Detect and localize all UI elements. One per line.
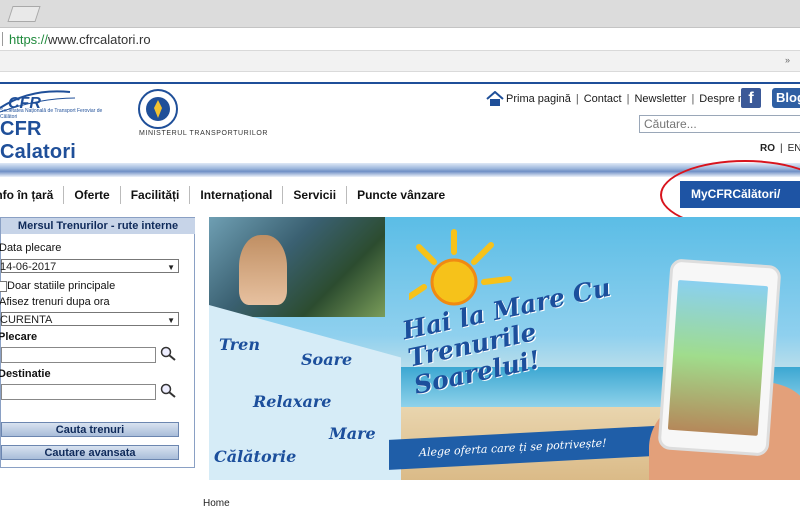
lang-ro[interactable]: RO — [760, 143, 775, 154]
ministry-label: MINISTERUL TRANSPORTURILOR — [139, 130, 269, 137]
topnav-contact[interactable]: Contact — [584, 93, 622, 105]
topnav-newsletter[interactable]: Newsletter — [634, 93, 686, 105]
browser-tabstrip — [0, 0, 800, 28]
nav-offers[interactable]: Oferte — [64, 186, 121, 204]
facebook-icon[interactable]: f — [741, 88, 761, 108]
main-nav: Info în țară Oferte Facilități Internați… — [0, 179, 455, 211]
panel-title: Mersul Trenurilor - rute interne — [1, 218, 195, 234]
date-value: 14-06-2017 — [0, 261, 57, 273]
nav-info[interactable]: Info în țară — [0, 186, 65, 204]
cfr-logo[interactable]: CFR Societatea Națională de Transport Fe… — [0, 86, 110, 163]
search-icon[interactable] — [159, 383, 177, 399]
phone-graphic — [657, 258, 782, 457]
login-button[interactable]: MyCFRCălători/ Login — [680, 181, 800, 228]
main-stations-checkbox[interactable] — [0, 281, 7, 292]
logo-brand: CFR Calatori — [0, 118, 77, 163]
header-band — [0, 163, 800, 177]
topnav-divider: | — [691, 93, 695, 105]
from-input[interactable] — [1, 347, 156, 363]
nav-sales-points[interactable]: Puncte vânzare — [347, 186, 455, 204]
train-search-panel: Mersul Trenurilor - rute interne Data pl… — [0, 217, 195, 468]
search-trains-button[interactable]: Cauta trenuri — [1, 422, 179, 437]
nav-facilities[interactable]: Facilități — [121, 186, 191, 204]
search-icon[interactable] — [159, 346, 177, 362]
home-icon[interactable] — [486, 91, 504, 107]
bookmarks-bar: » — [0, 51, 800, 72]
to-label: Destinatie — [0, 368, 51, 380]
blog-button[interactable]: Blog — [772, 88, 800, 108]
main-stations-label: Doar statiile principale — [7, 280, 116, 292]
dropdown-arrow-icon: ▼ — [167, 263, 175, 272]
phone-screen — [667, 279, 769, 436]
chevron-right-icon[interactable]: » — [785, 55, 790, 65]
dropdown-arrow-icon: ▼ — [167, 316, 175, 325]
topnav-home[interactable]: Prima pagină — [506, 93, 571, 105]
train-window-photo — [209, 217, 385, 317]
search-input[interactable] — [639, 115, 800, 133]
government-crest-icon — [138, 89, 178, 129]
header-divider — [0, 82, 800, 84]
word-calatorie: Călătorie — [214, 447, 297, 466]
breadcrumb-home[interactable]: Home — [203, 498, 230, 509]
browser-tab[interactable] — [7, 6, 41, 22]
word-relaxare: Relaxare — [253, 392, 332, 411]
topnav-divider: | — [575, 93, 579, 105]
time-filter-select[interactable]: CURENTA ▼ — [0, 312, 179, 326]
lang-en[interactable]: EN — [788, 143, 800, 154]
nav-services[interactable]: Servicii — [283, 186, 348, 204]
date-label: Data plecare — [0, 242, 62, 254]
word-mare: Mare — [329, 424, 376, 443]
url-text[interactable]: https://www.cfrcalatori.ro — [9, 32, 151, 47]
address-separator — [2, 32, 3, 46]
to-input[interactable] — [1, 384, 156, 400]
topnav-divider: | — [626, 93, 630, 105]
child-figure — [239, 235, 287, 305]
promo-banner[interactable]: Tren Soare Relaxare Mare Călătorie Hai l… — [209, 217, 800, 480]
word-tren: Tren — [219, 335, 260, 354]
time-filter-value: CURENTA — [0, 314, 53, 326]
top-nav: Prima pagină | Contact | Newsletter | De… — [486, 91, 753, 107]
time-filter-label: Afisez trenuri dupa ora — [0, 296, 110, 308]
from-label: Plecare — [0, 331, 38, 343]
word-soare: Soare — [301, 350, 353, 369]
address-bar[interactable]: https://www.cfrcalatori.ro — [0, 28, 800, 51]
nav-international[interactable]: Internațional — [190, 186, 284, 204]
url-domain: www.cfrcalatori.ro — [48, 32, 151, 47]
language-switcher: RO | EN — [760, 143, 800, 154]
date-select[interactable]: 14-06-2017 ▼ — [0, 259, 179, 273]
url-protocol: https:// — [9, 32, 49, 47]
advanced-search-button[interactable]: Cautare avansata — [1, 445, 179, 460]
